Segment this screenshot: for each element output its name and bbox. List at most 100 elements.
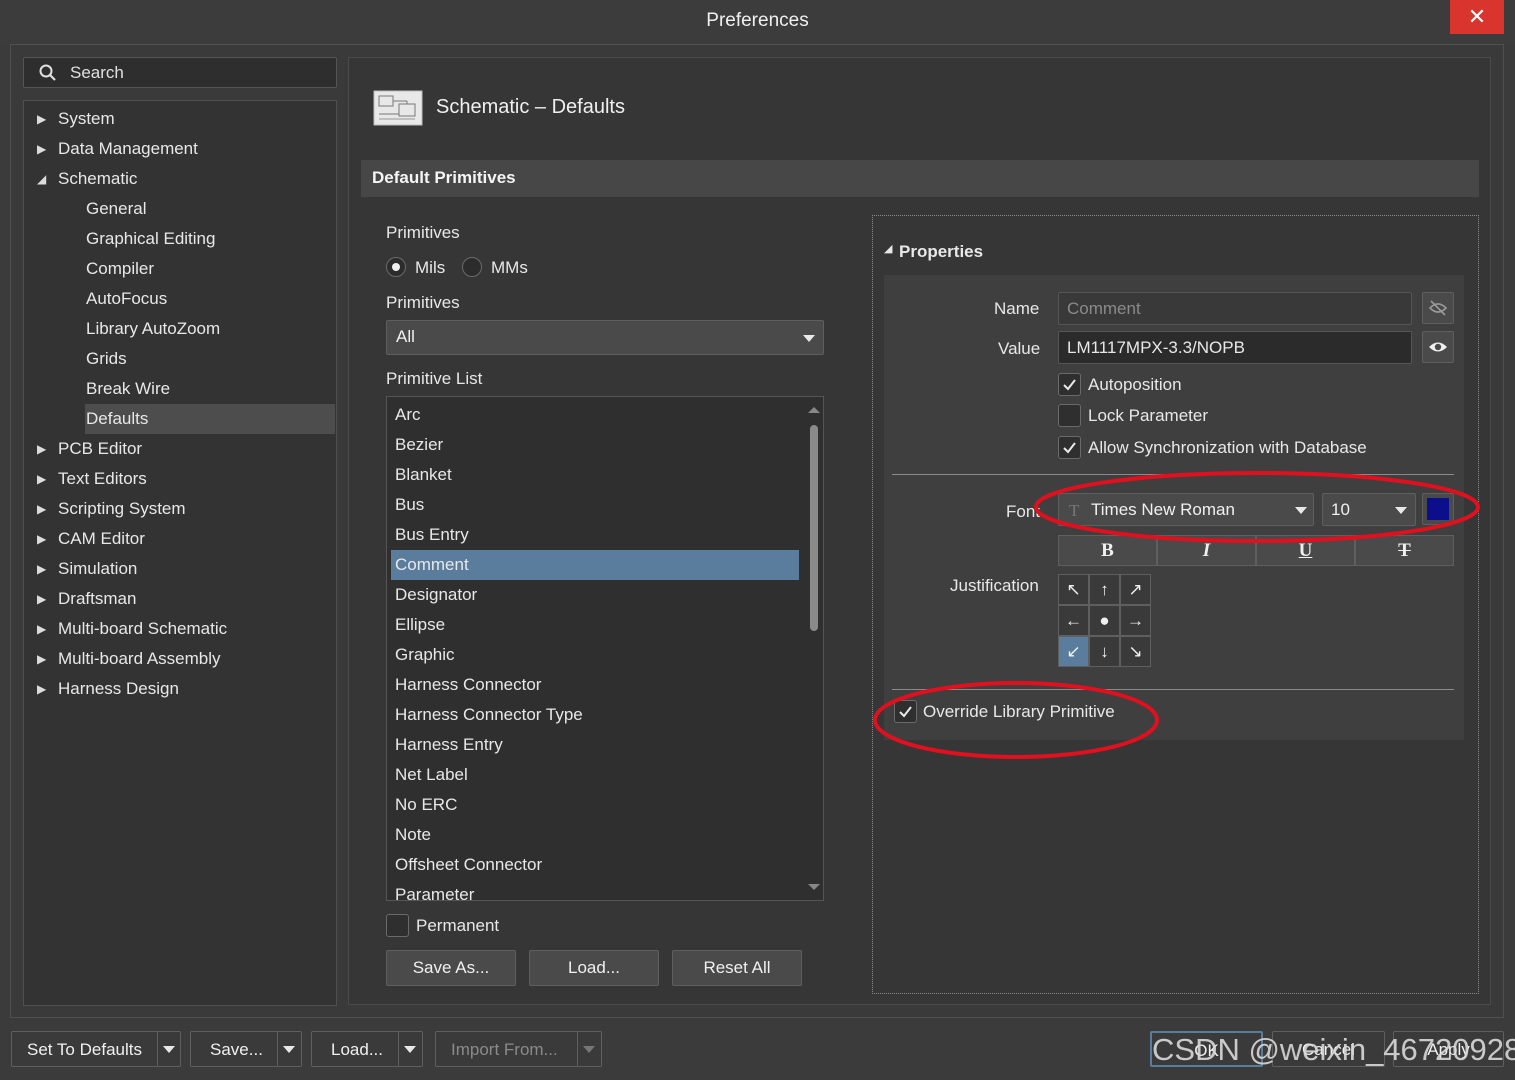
list-item[interactable]: Harness Connector Type — [391, 700, 799, 730]
tree-item[interactable]: ▶ Harness Design — [25, 674, 335, 704]
expand-arrow-icon[interactable]: ▶ — [37, 554, 46, 584]
allow-sync-checkbox[interactable] — [1058, 436, 1081, 459]
justification-cell[interactable]: ↖ — [1058, 574, 1089, 605]
apply-button[interactable]: Apply — [1393, 1031, 1504, 1067]
font-name-select[interactable]: T Times New Roman — [1058, 493, 1314, 526]
tree-item[interactable]: ▶ Data Management — [25, 134, 335, 164]
list-item[interactable]: Comment — [391, 550, 799, 580]
collapse-arrow-icon[interactable]: ◢ — [37, 164, 46, 194]
list-item[interactable]: Blanket — [391, 460, 799, 490]
tree-item[interactable]: Break Wire — [85, 374, 335, 404]
scroll-up-icon[interactable] — [808, 407, 820, 413]
save-button[interactable]: Save... — [190, 1031, 302, 1067]
lock-parameter-checkbox[interactable] — [1058, 404, 1081, 427]
footer-load-button[interactable]: Load... — [311, 1031, 423, 1067]
override-library-checkbox[interactable] — [894, 700, 917, 723]
justification-cell[interactable]: ← — [1058, 605, 1089, 636]
font-color-button[interactable] — [1422, 493, 1454, 525]
list-item[interactable]: Offsheet Connector — [391, 850, 799, 880]
list-item[interactable]: Bus Entry — [391, 520, 799, 550]
collapse-icon[interactable]: ◢ — [884, 242, 892, 255]
list-scrollbar[interactable] — [805, 397, 823, 900]
justification-cell[interactable]: ↑ — [1089, 574, 1120, 605]
tree-item[interactable]: ▶ CAM Editor — [25, 524, 335, 554]
cancel-button[interactable]: Cancel — [1272, 1031, 1385, 1067]
bold-button[interactable]: B — [1058, 535, 1157, 566]
permanent-checkbox[interactable] — [386, 914, 409, 937]
ok-button[interactable]: OK — [1150, 1031, 1263, 1067]
tree-item[interactable]: Defaults — [85, 404, 335, 434]
justification-cell[interactable]: ↗ — [1120, 574, 1151, 605]
tree-item[interactable]: ▶ System — [25, 104, 335, 134]
mils-radio[interactable] — [386, 257, 406, 277]
list-item[interactable]: Designator — [391, 580, 799, 610]
expand-arrow-icon[interactable]: ▶ — [37, 614, 46, 644]
justification-cell[interactable]: ↘ — [1120, 636, 1151, 667]
import-from-button[interactable]: Import From... — [435, 1031, 602, 1067]
mms-radio[interactable] — [462, 257, 482, 277]
primitives-filter-select[interactable]: All — [386, 320, 824, 355]
tree-item[interactable]: ▶ Multi-board Schematic — [25, 614, 335, 644]
expand-arrow-icon[interactable]: ▶ — [37, 134, 46, 164]
list-item[interactable]: Note — [391, 820, 799, 850]
list-item[interactable]: Arc — [391, 400, 799, 430]
justification-cell[interactable]: → — [1120, 605, 1151, 636]
justification-cell[interactable]: ↙ — [1058, 636, 1089, 667]
name-visibility-button[interactable] — [1422, 292, 1454, 324]
font-size-select[interactable]: 10 — [1322, 493, 1416, 526]
save-as-button[interactable]: Save As... — [386, 950, 516, 986]
value-visibility-button[interactable] — [1422, 331, 1454, 363]
set-to-defaults-button[interactable]: Set To Defaults — [11, 1031, 181, 1067]
tree-item[interactable]: ▶ Multi-board Assembly — [25, 644, 335, 674]
tree-item[interactable]: Grids — [85, 344, 335, 374]
tree-item[interactable]: ▶ PCB Editor — [25, 434, 335, 464]
justification-cell[interactable]: ● — [1089, 605, 1120, 636]
list-item[interactable]: Net Label — [391, 760, 799, 790]
scroll-down-icon[interactable] — [808, 884, 820, 890]
expand-arrow-icon[interactable]: ▶ — [37, 584, 46, 614]
expand-arrow-icon[interactable]: ▶ — [37, 674, 46, 704]
expand-arrow-icon[interactable]: ▶ — [37, 104, 46, 134]
list-item[interactable]: Harness Entry — [391, 730, 799, 760]
expand-arrow-icon[interactable]: ▶ — [37, 494, 46, 524]
value-field[interactable]: LM1117MPX-3.3/NOPB — [1058, 331, 1412, 364]
primitive-list[interactable]: Arc Bezier Blanket Bus Bus Entry Comment Desig… — [386, 396, 824, 901]
strikethrough-button[interactable]: T — [1355, 535, 1454, 566]
load-button[interactable]: Load... — [529, 950, 659, 986]
chevron-down-icon[interactable] — [583, 1046, 595, 1053]
tree-item[interactable]: AutoFocus — [85, 284, 335, 314]
reset-all-button[interactable]: Reset All — [672, 950, 802, 986]
name-field[interactable]: Comment — [1058, 292, 1412, 325]
chevron-down-icon[interactable] — [404, 1046, 416, 1053]
chevron-down-icon[interactable] — [283, 1046, 295, 1053]
list-item[interactable]: Harness Connector — [391, 670, 799, 700]
expand-arrow-icon[interactable]: ▶ — [37, 434, 46, 464]
expand-arrow-icon[interactable]: ▶ — [37, 464, 46, 494]
tree-item[interactable]: Compiler — [85, 254, 335, 284]
tree-item[interactable]: ▶ Draftsman — [25, 584, 335, 614]
list-item[interactable]: Parameter — [391, 880, 799, 900]
list-item[interactable]: Bezier — [391, 430, 799, 460]
tree-item[interactable]: Graphical Editing — [85, 224, 335, 254]
justification-cell[interactable]: ↓ — [1089, 636, 1120, 667]
expand-arrow-icon[interactable]: ▶ — [37, 644, 46, 674]
search-box[interactable] — [23, 57, 337, 88]
tree-item[interactable]: ▶ Scripting System — [25, 494, 335, 524]
tree-item[interactable]: ◢ Schematic — [25, 164, 335, 194]
tree-item[interactable]: ▶ Text Editors — [25, 464, 335, 494]
scroll-thumb[interactable] — [810, 425, 818, 631]
italic-button[interactable]: I — [1157, 535, 1256, 566]
search-input[interactable] — [70, 62, 320, 84]
close-button[interactable]: ✕ — [1450, 0, 1504, 34]
tree-item[interactable]: Library AutoZoom — [85, 314, 335, 344]
underline-button[interactable]: U — [1256, 535, 1355, 566]
tree-item[interactable]: General — [85, 194, 335, 224]
autoposition-checkbox[interactable] — [1058, 373, 1081, 396]
list-item[interactable]: Graphic — [391, 640, 799, 670]
tree-item[interactable]: ▶ Simulation — [25, 554, 335, 584]
list-item[interactable]: Ellipse — [391, 610, 799, 640]
list-item[interactable]: Bus — [391, 490, 799, 520]
chevron-down-icon[interactable] — [163, 1046, 175, 1053]
expand-arrow-icon[interactable]: ▶ — [37, 524, 46, 554]
list-item[interactable]: No ERC — [391, 790, 799, 820]
